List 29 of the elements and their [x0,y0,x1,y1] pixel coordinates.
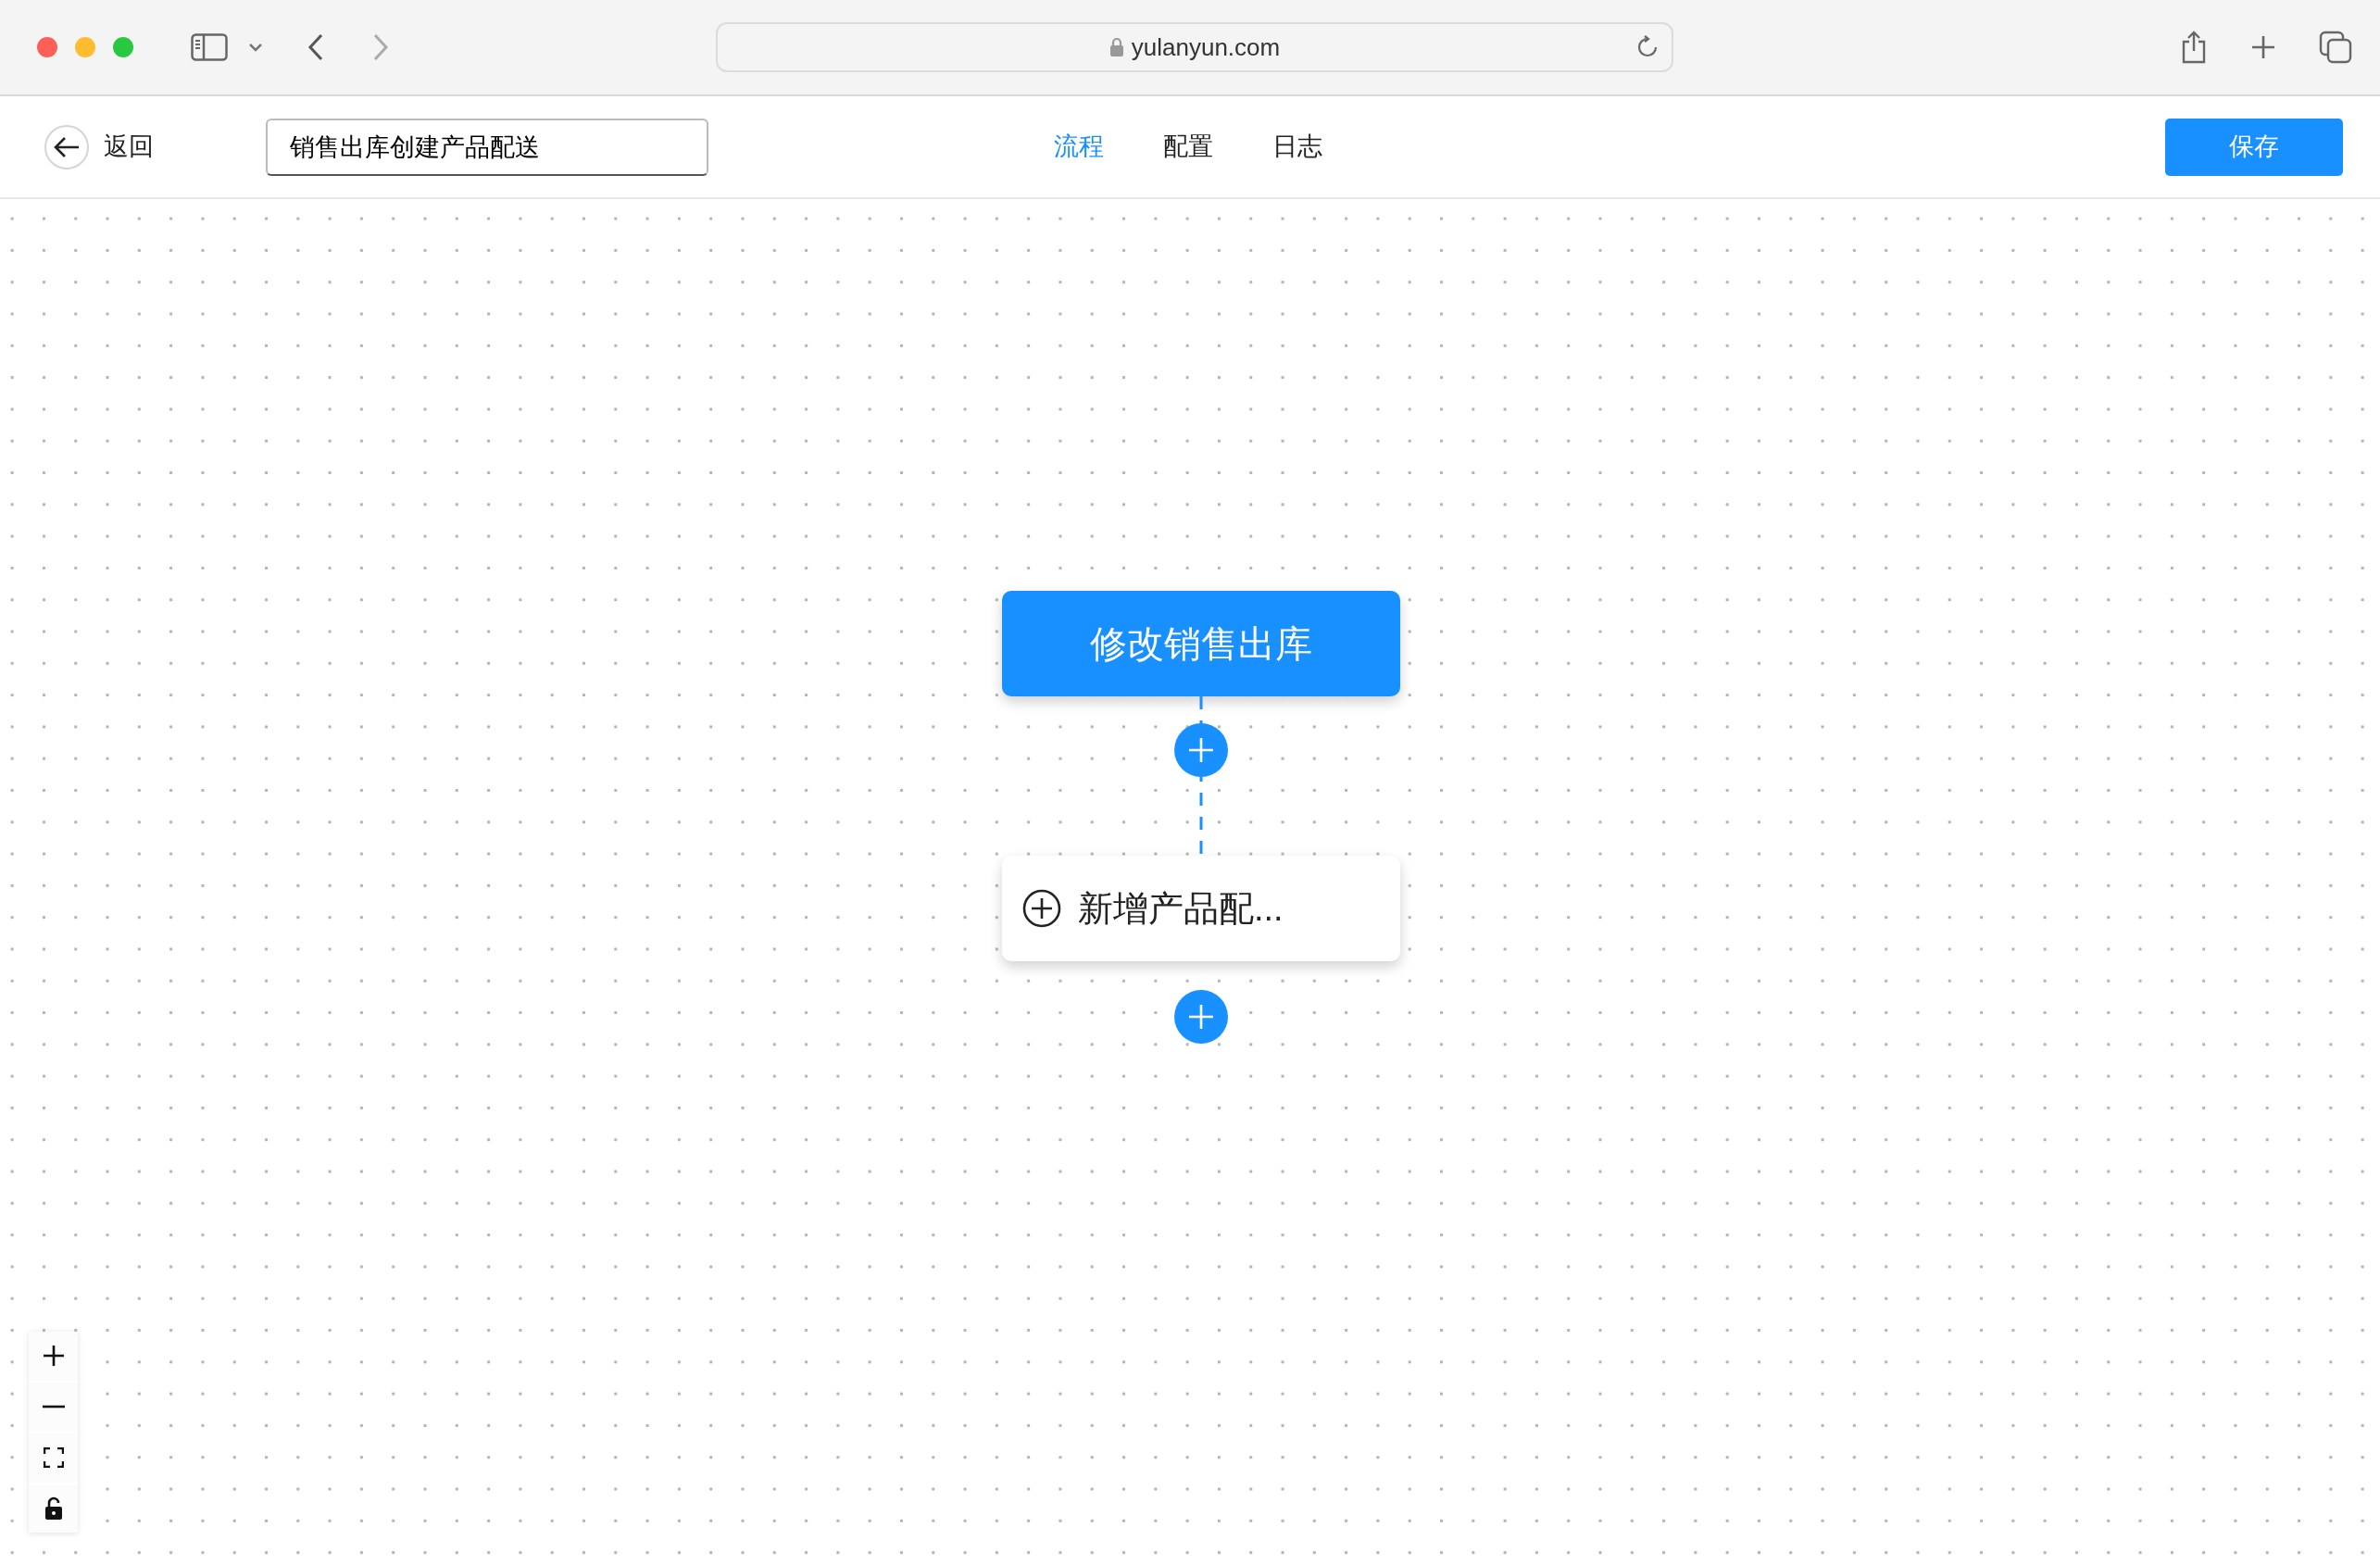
lock-icon [1109,37,1124,57]
action-node[interactable]: 新增产品配... [1002,856,1400,961]
fullscreen-icon [43,1447,64,1468]
tab[interactable]: 日志 [1272,128,1322,166]
address-bar[interactable]: yulanyun.com [716,22,1673,72]
sidebar-icon[interactable] [191,33,228,61]
chevron-down-icon[interactable] [248,43,263,52]
left-arrow-icon [53,134,81,159]
tabs-overview-icon[interactable] [2319,31,2352,64]
plus-icon [1187,736,1215,764]
node-label: 新增产品配... [1078,887,1284,930]
zoom-in-button[interactable] [29,1332,78,1380]
share-icon[interactable] [2180,31,2208,64]
back-label[interactable]: 返回 [104,128,154,166]
url-text: yulanyun.com [1131,31,1281,63]
tab[interactable]: 配置 [1163,128,1213,166]
add-step-button[interactable] [1174,990,1228,1044]
minus-icon [42,1405,65,1408]
title-input-field[interactable]: 销售出库创建产品配送 [266,118,708,176]
plus-icon [42,1345,65,1367]
padlock-icon [44,1496,63,1521]
lock-button[interactable] [29,1484,78,1533]
reload-icon[interactable] [1636,35,1659,59]
plus-icon[interactable] [2250,34,2276,60]
add-step-button[interactable] [1174,723,1228,777]
plus-icon [1187,1003,1215,1031]
close-window-button[interactable] [37,37,57,57]
plus-circle-icon [1022,889,1061,928]
back-button[interactable] [44,124,89,169]
